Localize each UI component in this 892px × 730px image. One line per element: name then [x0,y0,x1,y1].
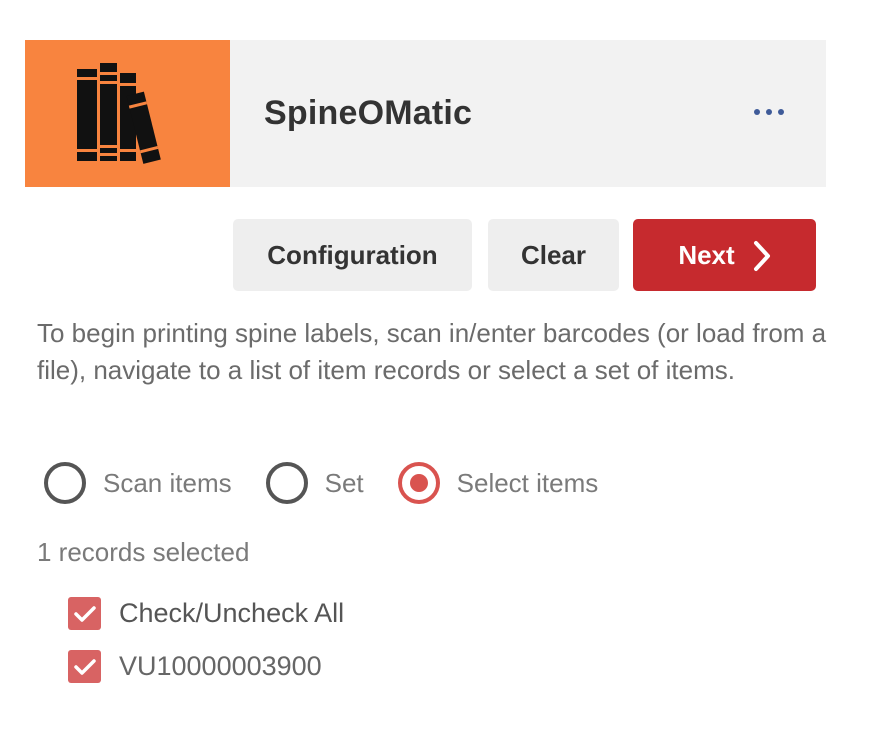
mode-radio-group: Scan items Set Select items [44,462,598,504]
radio-label: Set [324,467,364,498]
radio-circle[interactable] [265,462,308,504]
check-all-label: Check/Uncheck All [119,598,345,628]
radio-select-items[interactable]: Select items [397,462,599,504]
radio-circle-selected[interactable] [397,462,440,504]
item-barcode: VU10000003900 [119,651,322,681]
app-header: SpineOMatic [25,40,826,187]
radio-set[interactable]: Set [265,462,364,504]
radio-scan-items[interactable]: Scan items [44,462,232,504]
configuration-button[interactable]: Configuration [233,219,472,291]
intro-text: To begin printing spine labels, scan in/… [37,318,827,385]
books-icon [76,62,161,164]
next-button[interactable]: Next [633,219,816,291]
next-button-label: Next [678,239,735,270]
app-title: SpineOMatic [264,94,473,132]
radio-label: Select items [456,467,599,498]
checkbox-checked[interactable] [68,650,101,683]
clear-button[interactable]: Clear [488,219,619,291]
more-horizontal-icon[interactable] [754,100,784,124]
clear-button-label: Clear [520,239,587,270]
app-logo [25,40,230,187]
spineomatic-panel: SpineOMatic Configuration Clear Next To … [0,0,892,730]
more-dot [754,109,760,115]
configuration-button-label: Configuration [267,239,438,270]
list-item[interactable]: VU10000003900 [68,650,322,683]
records-selected-count: 1 records selected [37,537,250,567]
radio-label: Scan items [103,467,232,498]
radio-circle[interactable] [44,462,86,504]
chevron-right-icon [753,241,770,271]
more-dot [766,109,772,115]
more-dot [778,109,784,115]
checkmark-icon [73,658,96,675]
check-uncheck-all[interactable]: Check/Uncheck All [68,597,344,630]
checkmark-icon [73,605,96,622]
checkbox-checked[interactable] [68,597,101,630]
